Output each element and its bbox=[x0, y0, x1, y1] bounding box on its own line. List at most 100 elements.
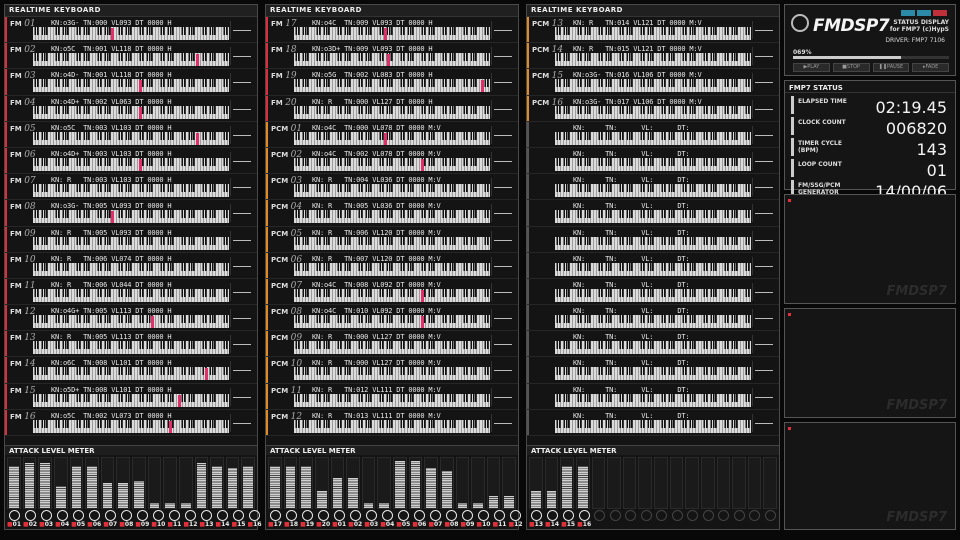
channel-knob[interactable]: ■11 bbox=[167, 510, 181, 530]
channel-row[interactable]: FM 16 KN:o5C TN:002 VL073 DT 0000 H bbox=[5, 409, 257, 436]
channel-row[interactable]: FM 14 KN:o6C TN:008 VL101 DT 0000 H bbox=[5, 357, 257, 384]
channel-row[interactable]: FM 20 KN: R TN:000 VL127 DT 0000 H bbox=[266, 95, 518, 122]
channel-knob[interactable] bbox=[748, 510, 761, 530]
channel-row[interactable]: PCM 13 KN: R TN:014 VL121 DT 0000 M:V bbox=[527, 17, 779, 44]
channel-knob[interactable]: ■19 bbox=[300, 510, 314, 530]
channel-row[interactable]: PCM 14 KN: R TN:015 VL121 DT 0000 M:V bbox=[527, 43, 779, 70]
channel-row[interactable]: PCM 11 KN: R TN:012 VL111 DT 0000 M:V bbox=[266, 383, 518, 410]
channel-row[interactable]: KN: TN: VL: DT: bbox=[527, 252, 779, 279]
channel-row[interactable]: FM 02 KN:o5C TN:001 VL118 DT 0000 H bbox=[5, 43, 257, 70]
channel-row[interactable]: FM 18 KN:o3D+ TN:009 VL093 DT 0000 H bbox=[266, 43, 518, 70]
channel-row[interactable]: PCM 04 KN: R TN:005 VL036 DT 0000 M:V bbox=[266, 200, 518, 227]
channel-row[interactable]: KN: TN: VL: DT: bbox=[527, 200, 779, 227]
stop-button[interactable]: ■STOP bbox=[832, 63, 870, 72]
channel-knob[interactable]: ■01 bbox=[7, 510, 21, 530]
channel-row[interactable]: FM 01 KN:o3G- TN:000 VL093 DT 0000 H bbox=[5, 17, 257, 44]
channel-knob[interactable] bbox=[702, 510, 715, 530]
channel-knob[interactable] bbox=[671, 510, 684, 530]
channel-knob[interactable]: ■09 bbox=[135, 510, 149, 530]
channel-row[interactable]: PCM 12 KN: R TN:013 VL111 DT 0000 M:V bbox=[266, 409, 518, 436]
channel-knob[interactable]: ■14 bbox=[545, 510, 559, 530]
channel-row[interactable]: FM 09 KN: R TN:005 VL093 DT 0000 H bbox=[5, 226, 257, 253]
close-icon[interactable] bbox=[933, 10, 947, 16]
channel-row[interactable]: FM 10 KN: R TN:006 VL074 DT 0000 H bbox=[5, 252, 257, 279]
channel-knob[interactable]: ■15 bbox=[231, 510, 245, 530]
channel-row[interactable]: FM 11 KN: R TN:006 VL044 DT 0000 H bbox=[5, 278, 257, 306]
channel-knob[interactable] bbox=[763, 510, 776, 530]
channel-knob[interactable]: ■17 bbox=[268, 510, 282, 530]
channel-row[interactable]: PCM 07 KN:o4C TN:008 VL092 DT 0000 M:V bbox=[266, 278, 518, 306]
channel-row[interactable]: KN: TN: VL: DT: bbox=[527, 383, 779, 410]
channel-knob[interactable] bbox=[717, 510, 730, 530]
channel-row[interactable]: FM 04 KN:o4D+ TN:002 VL063 DT 0000 H bbox=[5, 95, 257, 122]
channel-row[interactable]: FM 12 KN:o4G+ TN:005 VL113 DT 0000 H bbox=[5, 305, 257, 332]
channel-knob[interactable]: ■10 bbox=[151, 510, 165, 530]
channel-row[interactable]: PCM 15 KN:o3G- TN:016 VL106 DT 0000 M:V bbox=[527, 69, 779, 96]
minimize-icon[interactable] bbox=[901, 10, 915, 16]
channel-knob[interactable] bbox=[686, 510, 699, 530]
channel-knob[interactable]: ■16 bbox=[577, 510, 591, 530]
channel-row[interactable]: FM 19 KN:o5G TN:002 VL083 DT 0000 H bbox=[266, 69, 518, 96]
play-button[interactable]: ▶PLAY bbox=[793, 63, 830, 72]
channel-row[interactable]: PCM 10 KN: R TN:000 VL127 DT 0000 M:V bbox=[266, 357, 518, 384]
channel-knob[interactable]: ■12 bbox=[508, 510, 523, 530]
channel-row[interactable]: KN: TN: VL: DT: bbox=[527, 331, 779, 358]
channel-knob[interactable]: ■06 bbox=[412, 510, 426, 530]
maximize-icon[interactable] bbox=[917, 10, 931, 16]
channel-row[interactable]: PCM 06 KN: R TN:007 VL120 DT 0000 M:V bbox=[266, 252, 518, 279]
channel-knob[interactable]: ■04 bbox=[380, 510, 394, 530]
channel-knob[interactable]: ■12 bbox=[183, 510, 197, 530]
channel-knob[interactable]: ■01 bbox=[332, 510, 346, 530]
channel-knob[interactable]: ■05 bbox=[71, 510, 85, 530]
channel-row[interactable]: PCM 09 KN: R TN:000 VL127 DT 0000 M:V bbox=[266, 331, 518, 358]
channel-knob[interactable]: ■15 bbox=[561, 510, 575, 530]
channel-knob[interactable] bbox=[593, 510, 606, 530]
channel-knob[interactable]: ■14 bbox=[215, 510, 229, 530]
channel-knob[interactable]: ■02 bbox=[348, 510, 362, 530]
channel-knob[interactable]: ■13 bbox=[199, 510, 213, 530]
channel-row[interactable]: FM 03 KN:o4D- TN:001 VL118 DT 0000 H bbox=[5, 69, 257, 96]
channel-row[interactable]: KN: TN: VL: DT: bbox=[527, 174, 779, 201]
channel-knob[interactable]: ■03 bbox=[39, 510, 53, 530]
channel-knob[interactable] bbox=[655, 510, 668, 530]
channel-row[interactable]: FM 17 KN:o4C TN:009 VL093 DT 0000 H bbox=[266, 17, 518, 44]
channel-row[interactable]: PCM 16 KN:o3G- TN:017 VL106 DT 0000 M:V bbox=[527, 95, 779, 122]
fade-button[interactable]: ▸FADE bbox=[912, 63, 949, 72]
channel-knob[interactable]: ■06 bbox=[87, 510, 101, 530]
channel-knob[interactable] bbox=[640, 510, 653, 530]
channel-knob[interactable] bbox=[732, 510, 745, 530]
channel-row[interactable]: PCM 08 KN:o4C TN:010 VL092 DT 0000 M:V bbox=[266, 305, 518, 332]
channel-knob[interactable]: ■08 bbox=[444, 510, 458, 530]
channel-knob[interactable]: ■10 bbox=[476, 510, 490, 530]
channel-knob[interactable]: ■05 bbox=[396, 510, 410, 530]
channel-row[interactable]: PCM 02 KN:o4C TN:002 VL078 DT 0000 M:V bbox=[266, 147, 518, 175]
channel-knob[interactable]: ■04 bbox=[55, 510, 69, 530]
channel-knob[interactable]: ■02 bbox=[23, 510, 37, 530]
channel-row[interactable]: FM 05 KN:o5C TN:003 VL103 DT 0000 H bbox=[5, 121, 257, 148]
channel-knob[interactable]: ■08 bbox=[119, 510, 133, 530]
channel-knob[interactable]: ■18 bbox=[284, 510, 298, 530]
channel-knob[interactable] bbox=[609, 510, 622, 530]
channel-row[interactable]: FM 08 KN:o3G- TN:005 VL093 DT 0000 H bbox=[5, 200, 257, 227]
channel-row[interactable]: FM 13 KN: R TN:005 VL113 DT 0000 H bbox=[5, 331, 257, 358]
channel-row[interactable]: PCM 03 KN: R TN:004 VL036 DT 0000 M:V bbox=[266, 174, 518, 201]
channel-knob[interactable]: ■11 bbox=[492, 510, 506, 530]
channel-knob[interactable]: ■13 bbox=[529, 510, 543, 530]
channel-row[interactable]: KN: TN: VL: DT: bbox=[527, 305, 779, 332]
channel-row[interactable]: KN: TN: VL: DT: bbox=[527, 226, 779, 253]
progress-bar[interactable] bbox=[793, 56, 949, 59]
channel-knob[interactable]: ■07 bbox=[103, 510, 117, 530]
channel-row[interactable]: PCM 01 KN:o4C TN:000 VL078 DT 0000 M:V bbox=[266, 121, 518, 148]
channel-row[interactable]: FM 07 KN: R TN:003 VL103 DT 0000 H bbox=[5, 174, 257, 201]
pause-button[interactable]: ❚❚PAUSE bbox=[872, 63, 910, 72]
channel-knob[interactable]: ■03 bbox=[364, 510, 378, 530]
channel-row[interactable]: FM 15 KN:o5D+ TN:008 VL101 DT 0000 H bbox=[5, 383, 257, 410]
channel-row[interactable]: FM 06 KN:o4D+ TN:003 VL103 DT 0000 H bbox=[5, 147, 257, 175]
channel-row[interactable]: PCM 05 KN: R TN:006 VL120 DT 0000 M:V bbox=[266, 226, 518, 253]
channel-row[interactable]: KN: TN: VL: DT: bbox=[527, 147, 779, 175]
channel-row[interactable]: KN: TN: VL: DT: bbox=[527, 121, 779, 148]
channel-row[interactable]: KN: TN: VL: DT: bbox=[527, 278, 779, 306]
channel-row[interactable]: KN: TN: VL: DT: bbox=[527, 409, 779, 436]
channel-knob[interactable]: ■07 bbox=[428, 510, 442, 530]
channel-row[interactable]: KN: TN: VL: DT: bbox=[527, 357, 779, 384]
